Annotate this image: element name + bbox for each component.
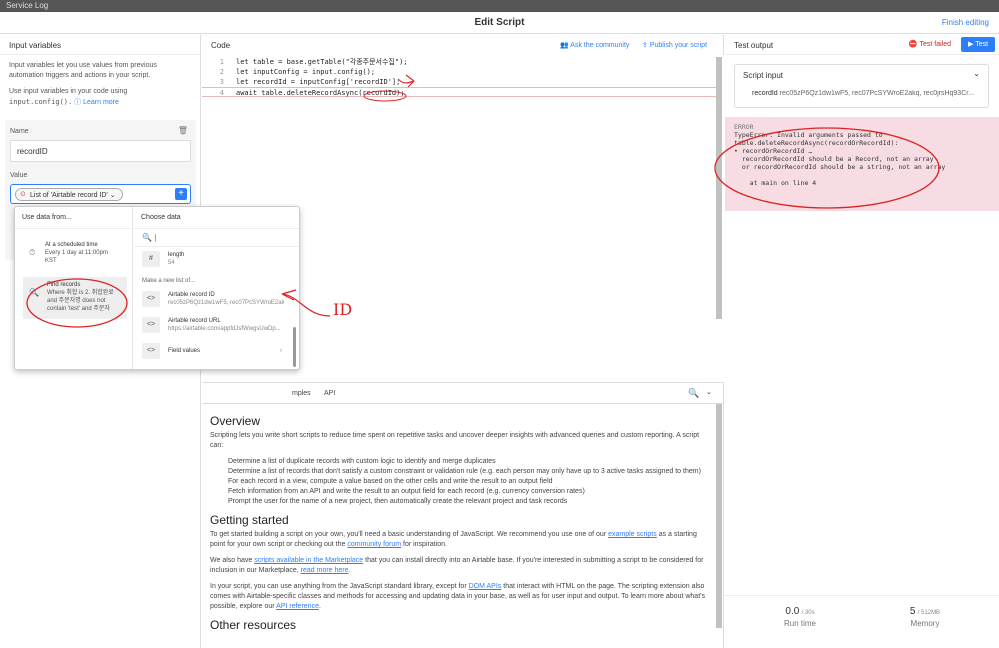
chevron-down-icon: ⌄ <box>109 192 116 199</box>
code-line: 4 await table.deleteRecordAsync(recordId)… <box>202 87 716 97</box>
choose-data-column: Choose data 🔍 | # length 54 Make a new l… <box>134 207 299 369</box>
list-item: Determine a list of records that don't s… <box>228 468 701 475</box>
ask-community-button[interactable]: 👥 Ask the community <box>560 41 629 49</box>
variable-name-field[interactable]: recordID <box>10 140 191 162</box>
make-new-list-label: Make a new list of... <box>142 278 196 284</box>
run-time-stat: 0.0 / 30s Run time <box>783 606 816 628</box>
field-values-option[interactable]: <> Field values › <box>142 343 288 361</box>
input-variables-description: Input variables let you use values from … <box>9 62 157 106</box>
overview-heading: Overview <box>210 414 261 428</box>
dom-apis-link[interactable]: DOM APIs <box>469 583 502 590</box>
input-variables-header: Input variables <box>0 35 200 55</box>
list-item: Fetch information from an API and write … <box>228 488 585 495</box>
value-label: Value <box>10 172 28 179</box>
code-header: Code 👥 Ask the community ⇪ Publish your … <box>211 41 708 50</box>
handwritten-id-label: ID <box>333 300 353 319</box>
tab-api[interactable]: API <box>324 390 335 397</box>
search-icon: 🔍 <box>142 233 152 242</box>
airtable-record-id-option[interactable]: <> Airtable record ID rec05zP6Qz1dw1wF5,… <box>142 291 288 311</box>
test-failed-status: ⛔ Test failed <box>908 41 951 48</box>
info-icon: ⓘ <box>74 99 82 106</box>
script-input-row: recordId rec05zP6Qz1dw1wF5, rec07PcSYWro… <box>752 90 975 97</box>
docs-scrollbar[interactable] <box>716 404 722 628</box>
use-data-from-column: Use data from... ⏱ At a scheduled time E… <box>15 207 133 369</box>
trash-icon[interactable]: 🗑 <box>178 126 188 135</box>
memory-stat: 5 / 512MB Memory <box>909 606 941 628</box>
getting-started-p1: To get started building a script on your… <box>210 531 697 548</box>
list-item: Determine a list of duplicate records wi… <box>228 458 496 465</box>
api-reference-link[interactable]: API reference <box>276 603 319 610</box>
script-input-title: Script input <box>743 71 784 80</box>
code-annotation-marks <box>363 74 415 102</box>
script-input-card[interactable]: Script input ⌄ recordId rec05zP6Qz1dw1wF… <box>734 64 989 108</box>
popup-scrollbar[interactable] <box>293 327 296 367</box>
clock-icon: ⏱ <box>29 248 36 257</box>
choose-data-header: Choose data <box>134 207 299 229</box>
run-stats: 0.0 / 30s Run time 5 / 512MB Memory <box>725 595 999 648</box>
data-search-input[interactable]: 🔍 | <box>134 229 299 247</box>
doc-tabs: mples API 🔍 ⌄ <box>202 384 724 404</box>
chevron-down-icon[interactable]: ⌄ <box>706 388 712 396</box>
getting-started-p3: In your script, you can use anything fro… <box>210 583 705 610</box>
choose-data-popup: Use data from... ⏱ At a scheduled time E… <box>14 206 300 370</box>
list-icon: ⊙ <box>20 191 26 198</box>
handwritten-arrow-annotation <box>281 289 331 317</box>
code-icon: <> <box>142 291 160 307</box>
code-icon: <> <box>142 343 160 359</box>
overview-text: Scripting lets you write short scripts t… <box>210 432 700 449</box>
getting-started-heading: Getting started <box>210 513 289 527</box>
chevron-down-icon[interactable]: ⌄ <box>973 69 980 78</box>
page-title: Edit Script <box>474 17 525 28</box>
learn-more-link[interactable]: Learn more <box>83 99 119 106</box>
publish-script-button[interactable]: ⇪ Publish your script <box>642 41 707 49</box>
tab-examples[interactable]: mples <box>292 390 311 397</box>
play-icon: ▶ <box>967 41 974 48</box>
list-item: Prompt the user for the name of a new pr… <box>228 498 568 505</box>
red-circle-annotation <box>26 278 128 328</box>
code-icon: <> <box>142 317 160 333</box>
getting-started-p2: We also have scripts available in the Ma… <box>210 557 704 574</box>
script-capabilities-list: Determine a list of duplicate records wi… <box>228 457 708 507</box>
value-field[interactable]: ⊙ List of 'Airtable record ID' ⌄ + <box>10 184 191 204</box>
name-label: Name <box>10 128 29 135</box>
error-red-circle-annotation <box>714 127 940 209</box>
test-output-header: Test output ⛔ Test failed ▶ Test <box>725 35 999 55</box>
hash-icon: # <box>142 251 160 267</box>
editor-header: Edit Script Finish editing <box>0 12 999 34</box>
upload-icon: ⇪ <box>642 42 648 49</box>
test-output-panel: Test output ⛔ Test failed ▶ Test Script … <box>714 35 999 648</box>
scheduled-time-option[interactable]: ⏱ At a scheduled time Every 1 day at 11:… <box>23 241 108 265</box>
documentation-body: Overview Scripting lets you write short … <box>210 408 708 635</box>
add-value-button[interactable]: + <box>175 188 187 200</box>
use-data-from-header: Use data from... <box>15 207 132 229</box>
error-icon: ⛔ <box>908 41 918 48</box>
test-button[interactable]: ▶ Test <box>961 37 995 52</box>
list-item: For each record in a view, compute a val… <box>228 478 553 485</box>
example-scripts-link[interactable]: example scripts <box>608 531 657 538</box>
documentation-panel: mples API 🔍 ⌄ Overview Scripting lets yo… <box>202 384 724 648</box>
community-forum-link[interactable]: community forum <box>347 541 401 548</box>
airtable-record-url-option[interactable]: <> Airtable record URL https://airtable.… <box>142 317 288 337</box>
length-option[interactable]: # length 54 <box>142 251 288 269</box>
marketplace-link[interactable]: scripts available in the Marketplace <box>254 557 363 564</box>
other-resources-heading: Other resources <box>210 618 297 632</box>
read-more-link[interactable]: read more here <box>301 567 349 574</box>
value-chip[interactable]: ⊙ List of 'Airtable record ID' ⌄ <box>15 188 123 201</box>
finish-editing-button[interactable]: Finish editing <box>942 18 989 27</box>
browser-top-strip: Service Log <box>0 0 999 12</box>
search-icon[interactable]: 🔍 <box>688 388 699 399</box>
people-icon: 👥 <box>560 42 569 49</box>
chevron-right-icon: › <box>280 348 282 354</box>
